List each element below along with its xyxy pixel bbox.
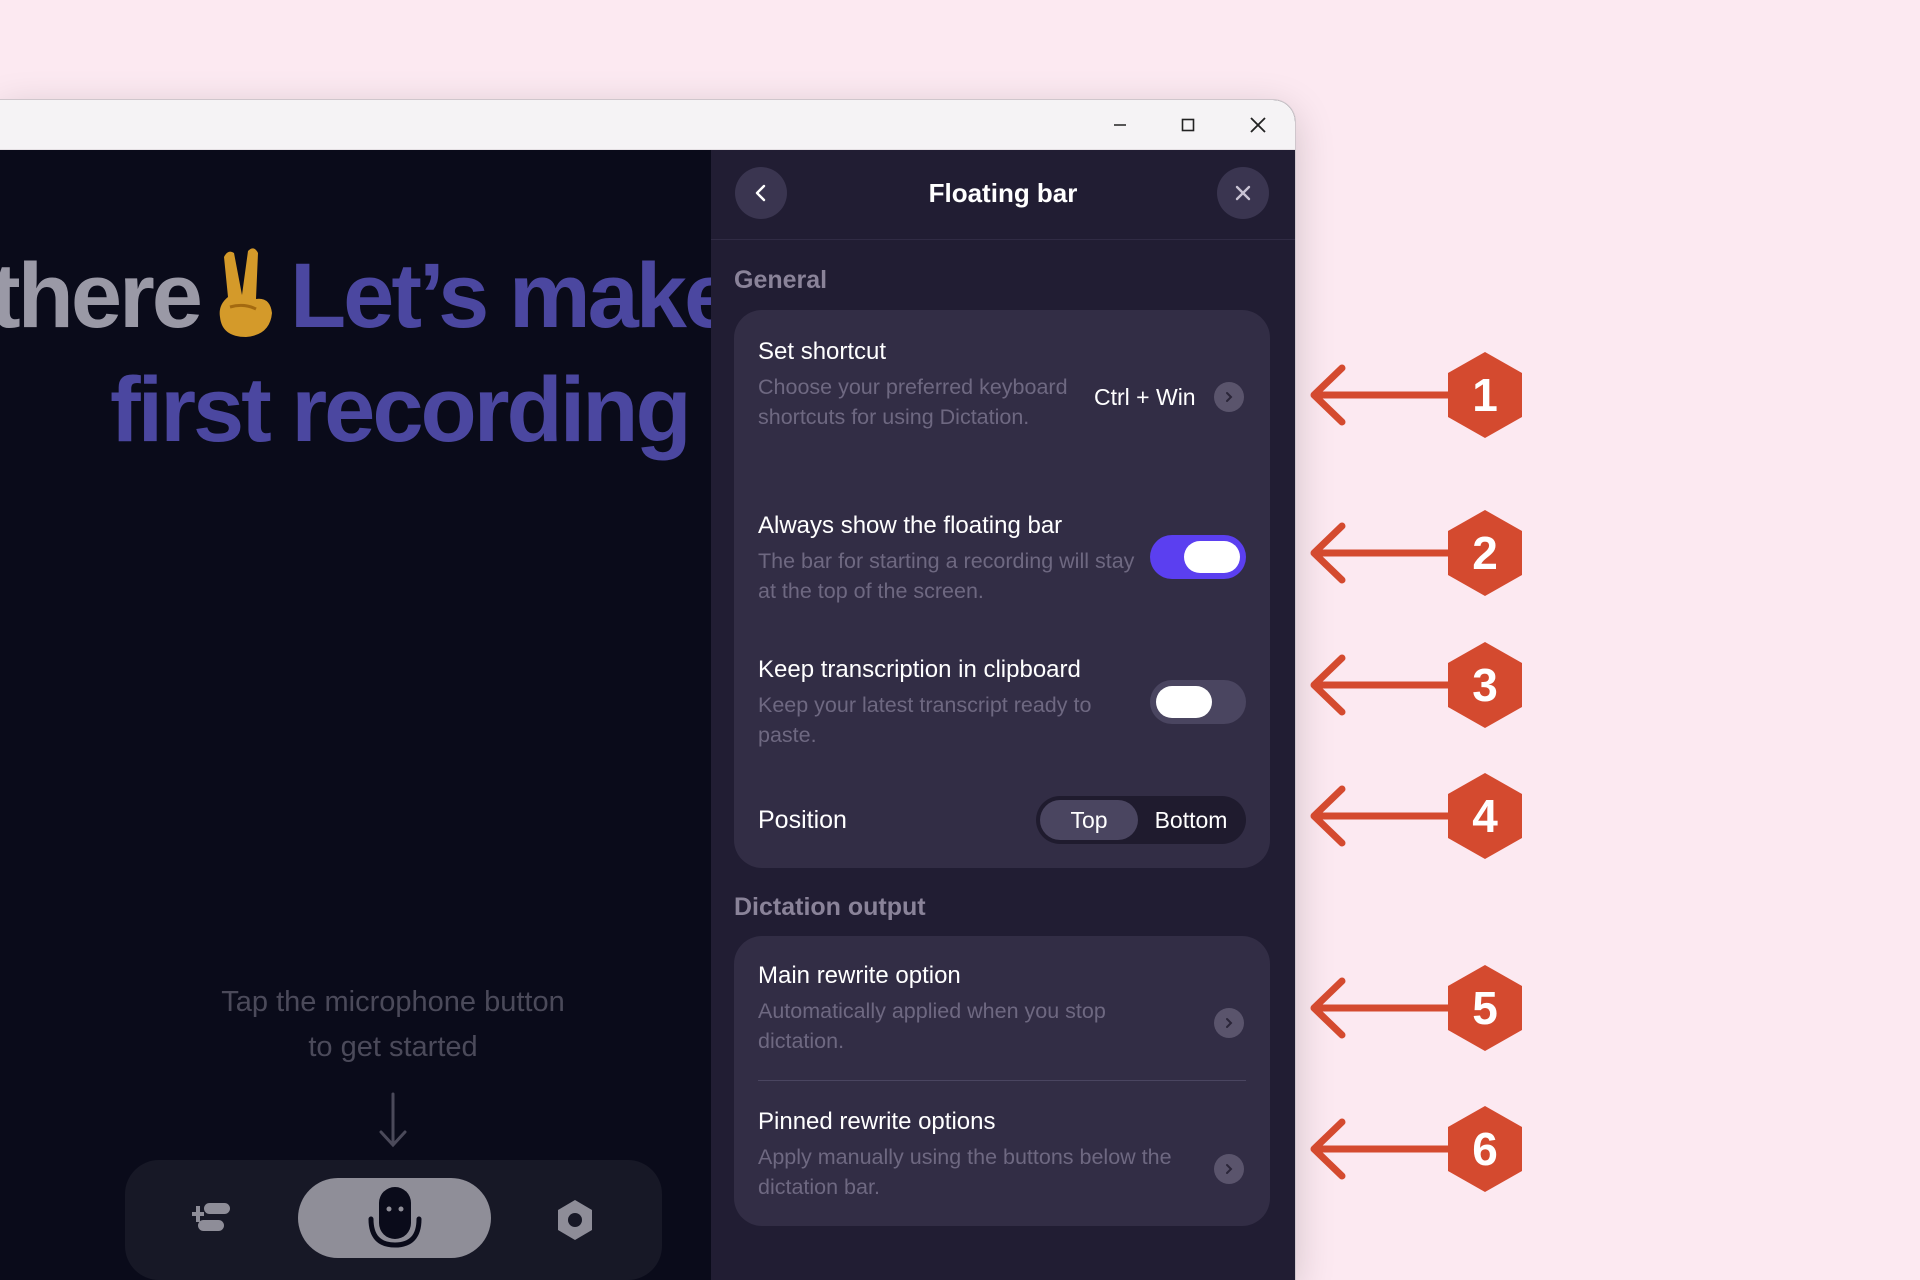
pinned-rewrite-chevron-button[interactable] [1214,1154,1244,1184]
pinned-rewrite-row[interactable]: Pinned rewrite options Apply manually us… [758,1106,1246,1202]
bottom-toolbar [125,1160,662,1280]
panel-title: Floating bar [928,178,1078,208]
panel-header: Floating bar [711,150,1295,240]
main-area: there Let’s make first recording Tap the… [0,150,711,1280]
position-option-bottom[interactable]: Bottom [1140,800,1242,840]
settings-panel: Floating bar General Set shortcut Choose… [711,150,1295,1280]
pinned-rewrite-title: Pinned rewrite options [758,1108,996,1135]
tap-hint-line1: Tap the microphone button [221,986,565,1018]
annotation-2: 2 [1310,508,1525,598]
toggle-knob [1156,686,1212,718]
annotation-number: 6 [1472,1123,1498,1175]
window-close-button[interactable] [1228,100,1288,150]
annotation-number: 5 [1472,982,1498,1034]
position-segmented-control: Top Bottom [1036,796,1246,844]
main-rewrite-row[interactable]: Main rewrite option Automatically applie… [758,960,1246,1056]
hero-text-there: there [0,245,203,347]
chevron-right-icon [1226,392,1233,402]
hero-text-first-recording: first recording [110,358,692,461]
position-option-top[interactable]: Top [1040,800,1138,840]
panel-close-button[interactable] [1217,167,1269,219]
close-icon [1250,117,1266,133]
set-shortcut-title: Set shortcut [758,338,887,365]
annotation-number: 1 [1472,369,1498,421]
minimize-icon [1114,124,1126,126]
set-shortcut-desc: Choose your preferred keyboard shortcuts… [758,375,1068,429]
settings-button[interactable] [554,1198,596,1247]
main-rewrite-desc: Automatically applied when you stop dict… [758,999,1106,1053]
annotation-number: 4 [1472,790,1498,842]
main-rewrite-chevron-button[interactable] [1214,1008,1244,1038]
general-card: Set shortcut Choose your preferred keybo… [734,310,1270,868]
title-bar [0,100,1295,150]
close-icon [1235,185,1251,201]
list-add-button[interactable] [190,1200,232,1239]
annotation-6: 6 [1310,1104,1525,1194]
section-dictation-label: Dictation output [734,893,926,921]
hero-text-lets-make: Let’s make [289,245,711,347]
victory-hand-icon [210,247,280,359]
dictation-card: Main rewrite option Automatically applie… [734,936,1270,1226]
always-show-toggle[interactable] [1150,535,1246,579]
shortcut-value: Ctrl + Win [1094,384,1196,410]
arrow-down-icon [379,1092,407,1148]
section-general-label: General [734,266,828,294]
annotation-1: 1 [1310,350,1525,440]
clipboard-desc: Keep your latest transcript ready to pas… [758,693,1092,747]
gear-icon [558,1200,592,1240]
shortcut-chevron-button[interactable] [1214,382,1244,412]
toggle-knob [1184,541,1240,573]
annotation-number: 2 [1472,527,1498,579]
tap-hint-line2: to get started [308,1031,478,1063]
always-show-desc: The bar for starting a recording will st… [758,549,1135,603]
annotation-3: 3 [1310,640,1525,730]
hero-heading: there Let’s make first recording [0,245,711,461]
annotation-number: 3 [1472,659,1498,711]
microphone-button[interactable] [298,1178,491,1258]
list-add-icon [192,1203,230,1231]
microphone-icon [368,1187,421,1248]
annotation-5: 5 [1310,963,1525,1053]
pinned-rewrite-desc: Apply manually using the buttons below t… [758,1145,1172,1199]
tap-hint: Tap the microphone button to get started [0,980,711,1070]
divider [758,1080,1246,1081]
maximize-icon [1181,118,1195,132]
main-rewrite-title: Main rewrite option [758,962,961,989]
app-window: there Let’s make first recording Tap the… [0,100,1295,1280]
annotation-4: 4 [1310,771,1525,861]
chevron-right-icon [1226,1018,1233,1028]
clipboard-toggle[interactable] [1150,680,1246,724]
chevron-right-icon [1226,1164,1233,1174]
maximize-button[interactable] [1158,100,1218,150]
minimize-button[interactable] [1090,100,1150,150]
